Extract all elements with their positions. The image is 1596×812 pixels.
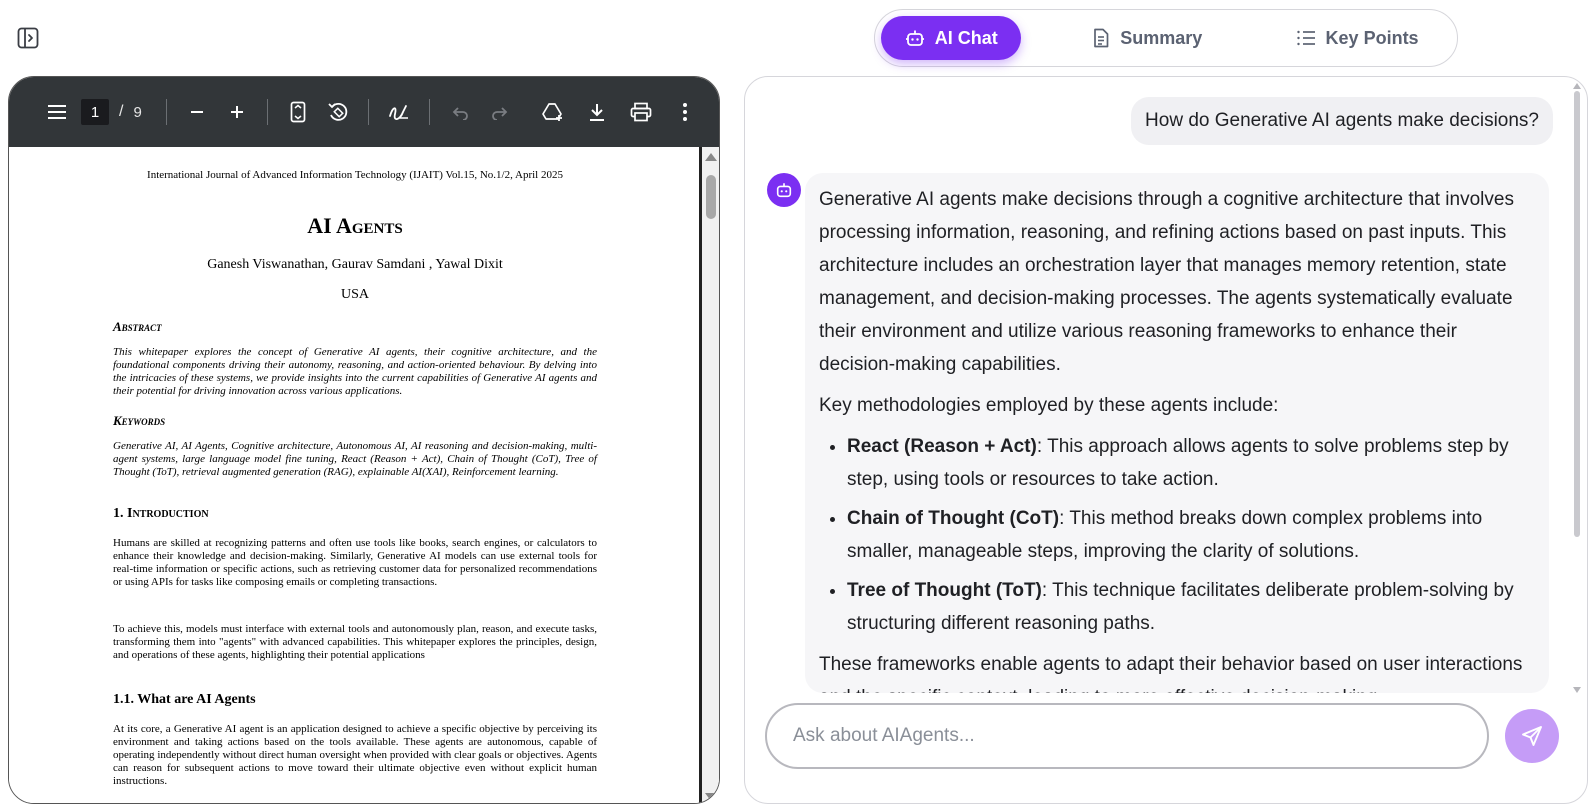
tab-label: Key Points <box>1325 27 1419 48</box>
list-item: Tree of Thought (ToT): This technique fa… <box>847 574 1535 640</box>
toolbar-divider <box>266 99 268 125</box>
scroll-up-arrow-icon[interactable] <box>1573 83 1581 89</box>
pdf-content-area: International Journal of Advanced Inform… <box>9 147 719 803</box>
redo-icon[interactable] <box>482 94 518 130</box>
view-tabs: AI Chat Summary Key Points <box>874 9 1458 67</box>
tab-label: AI Chat <box>934 27 998 48</box>
bot-icon <box>776 183 792 198</box>
send-icon <box>1522 726 1542 746</box>
list-item-term: Tree of Thought (ToT) <box>847 580 1042 601</box>
zoom-out-icon[interactable] <box>179 94 215 130</box>
tab-label: Summary <box>1120 27 1203 48</box>
abstract-text: This whitepaper explores the concept of … <box>113 346 597 397</box>
bot-avatar <box>767 173 801 207</box>
list-item: React (Reason + Act): This approach allo… <box>847 430 1535 496</box>
list-icon <box>1296 30 1315 46</box>
introduction-heading: 1. Introduction <box>113 506 209 521</box>
keywords-text: Generative AI, AI Agents, Cognitive arch… <box>113 440 597 478</box>
chat-input[interactable]: Ask about AIAgents... <box>765 703 1489 769</box>
rotate-icon[interactable] <box>320 94 356 130</box>
journal-header: International Journal of Advanced Inform… <box>147 169 563 181</box>
download-icon[interactable] <box>579 94 615 130</box>
draw-icon[interactable] <box>381 94 417 130</box>
list-item: Chain of Thought (CoT): This method brea… <box>847 502 1535 568</box>
paper-authors: Ganesh Viswanathan, Gaurav Samdani , Yaw… <box>207 257 503 272</box>
methodology-list: React (Reason + Act): This approach allo… <box>819 430 1535 640</box>
undo-icon[interactable] <box>442 94 478 130</box>
pdf-toolbar: 1 / 9 <box>9 77 719 147</box>
more-options-icon[interactable] <box>667 94 703 130</box>
document-icon <box>1094 28 1109 48</box>
paper-country: USA <box>340 287 369 302</box>
paper-title: AI Agents <box>307 213 403 238</box>
pdf-scrollbar[interactable] <box>699 147 719 803</box>
scroll-up-arrow-icon[interactable] <box>705 153 717 161</box>
tab-summary[interactable]: Summary <box>1045 16 1249 60</box>
toolbar-divider <box>428 99 430 125</box>
fit-page-icon[interactable] <box>280 94 316 130</box>
abstract-heading: Abstract <box>113 319 162 334</box>
zoom-in-icon[interactable] <box>219 94 255 130</box>
keywords-heading: Keywords <box>113 413 166 428</box>
print-icon[interactable] <box>623 94 659 130</box>
introduction-paragraph-1: Humans are skilled at recognizing patter… <box>113 537 597 588</box>
list-item-term: Chain of Thought (CoT) <box>847 508 1060 529</box>
list-item-term: React (Reason + Act) <box>847 436 1037 457</box>
toolbar-divider <box>367 99 369 125</box>
chat-panel: How do Generative AI agents make decisio… <box>744 76 1588 804</box>
scroll-thumb[interactable] <box>1574 91 1580 537</box>
scroll-thumb[interactable] <box>706 175 716 219</box>
subsection-heading: 1.1. What are AI Agents <box>113 692 256 707</box>
scroll-down-arrow-icon[interactable] <box>705 793 717 801</box>
subsection-paragraph: At its core, a Generative AI agent is an… <box>113 723 597 787</box>
page-number-input[interactable]: 1 <box>81 99 109 125</box>
add-to-drive-icon[interactable] <box>535 94 571 130</box>
tab-ai-chat[interactable]: AI Chat <box>881 16 1022 60</box>
pdf-page: International Journal of Advanced Inform… <box>15 147 701 803</box>
introduction-paragraph-2: To achieve this, models must interface w… <box>113 623 597 661</box>
menu-icon[interactable] <box>39 94 75 130</box>
tab-key-points[interactable]: Key Points <box>1263 16 1451 60</box>
user-message: How do Generative AI agents make decisio… <box>1131 97 1553 145</box>
toolbar-divider <box>165 99 167 125</box>
bot-message: Generative AI agents make decisions thro… <box>805 173 1549 693</box>
bot-paragraph: Generative AI agents make decisions thro… <box>819 189 1514 375</box>
page-separator: / <box>119 103 124 120</box>
send-button[interactable] <box>1505 709 1559 763</box>
sidebar-panel-icon <box>17 27 39 49</box>
bot-paragraph: Key methodologies employed by these agen… <box>819 395 1279 416</box>
pdf-viewer: 1 / 9 International Journal of Advanced … <box>8 76 720 804</box>
page-total: 9 <box>133 103 142 121</box>
sidebar-toggle-button[interactable] <box>16 26 40 50</box>
chat-scrollbar[interactable] <box>1571 83 1583 693</box>
scroll-down-arrow-icon[interactable] <box>1573 687 1581 693</box>
bot-paragraph: These frameworks enable agents to adapt … <box>819 654 1523 693</box>
bot-icon <box>905 30 924 46</box>
